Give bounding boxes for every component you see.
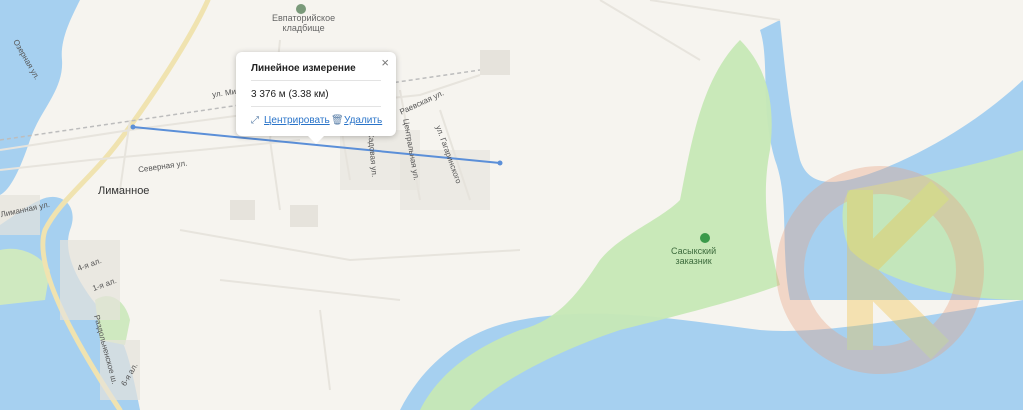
reserve-label: Сасыкский заказник [671,246,716,266]
popup-title: Линейное измерение [251,63,356,74]
cemetery-label-line1: Евпаторийское [272,13,336,23]
close-icon[interactable]: × [381,55,389,70]
trash-icon[interactable]: 🗑 [331,115,344,126]
place-limannoe: Лиманное [98,185,150,197]
center-button[interactable]: Центрировать [264,115,330,126]
reserve-label-line2: заказник [675,256,712,266]
cemetery-label-line2: кладбище [282,23,325,33]
cemetery-label: Евпаторийское кладбище [272,13,335,33]
crosshair-icon[interactable]: ⤢ [251,115,259,126]
popup-divider-top [251,80,381,81]
measure-start-point[interactable] [130,124,136,130]
map-canvas[interactable] [0,0,1023,410]
reserve-label-line1: Сасыкский [671,246,717,256]
measurement-popup: Линейное измерение × 3 376 м (3.38 км) ⤢… [236,52,396,144]
reserve-marker-icon[interactable] [700,233,710,243]
measure-end-point[interactable] [497,160,503,166]
measurement-value: 3 376 м (3.38 км) [251,89,329,100]
popup-divider-bottom [251,106,381,107]
delete-button[interactable]: Удалить [344,115,382,126]
